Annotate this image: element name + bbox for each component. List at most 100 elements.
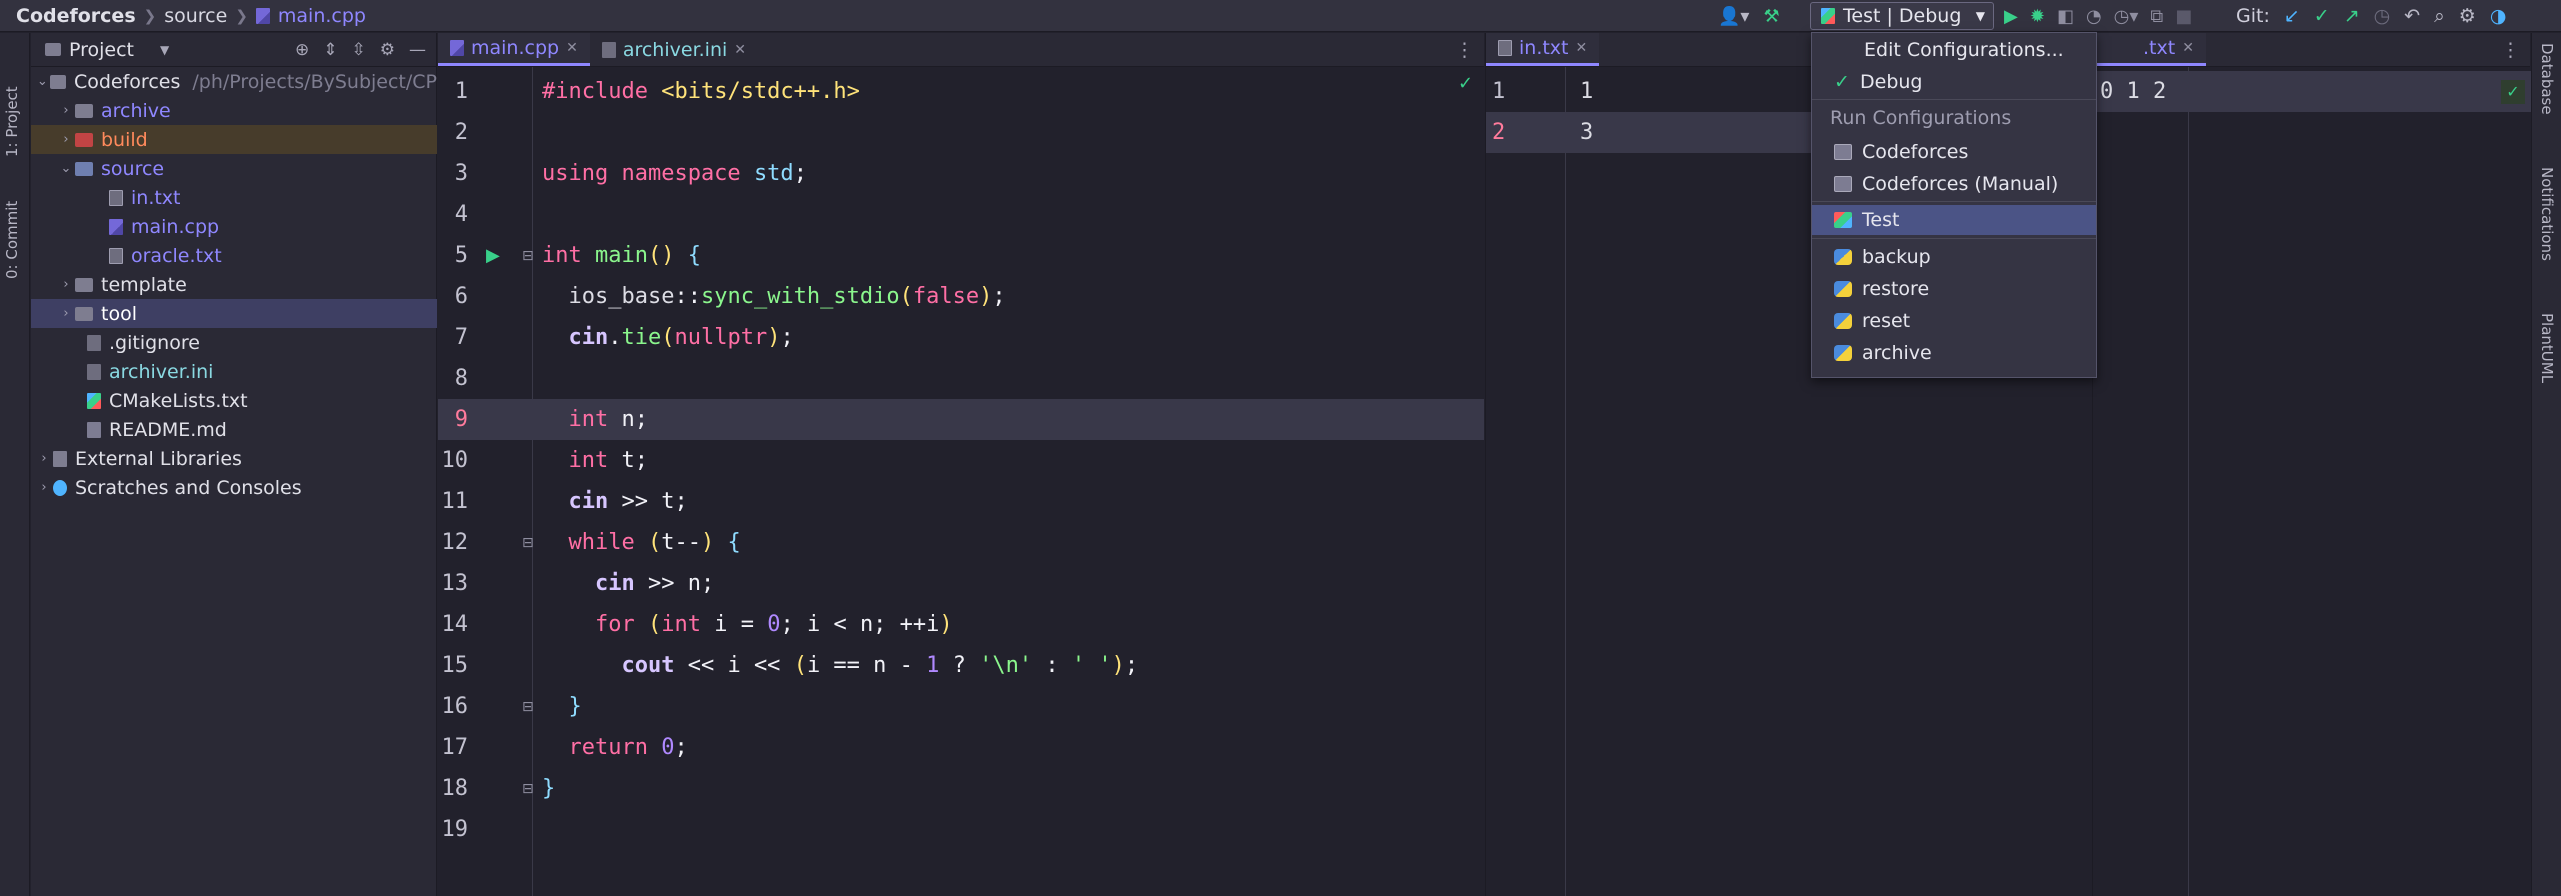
collapse-all-icon[interactable]: ⇳ bbox=[352, 40, 366, 60]
tree-item-codeforces[interactable]: ⌄ Codeforces /ph/Projects/BySubject/CP bbox=[31, 67, 437, 96]
plantuml-tool-tab[interactable]: PlantUML bbox=[2538, 313, 2556, 383]
chevron-down-icon[interactable]: ▼ bbox=[160, 43, 169, 57]
line-number: 1 bbox=[454, 79, 468, 104]
more-run-icon[interactable]: ◷▾ bbox=[2114, 6, 2139, 27]
code-text: for (int i = 0; i < n; ++i) bbox=[594, 612, 953, 637]
build-hammer-icon[interactable]: ⚒ bbox=[1763, 6, 1779, 27]
debug-mode-item[interactable]: ✓ Debug bbox=[1812, 67, 2096, 97]
database-tool-tab[interactable]: Database bbox=[2538, 43, 2556, 115]
breadcrumb-file[interactable]: main.cpp bbox=[278, 5, 366, 27]
debug-icon[interactable]: ✹ bbox=[2030, 6, 2045, 27]
folder-icon bbox=[75, 306, 93, 321]
tree-item-external-libraries[interactable]: › External Libraries bbox=[31, 444, 437, 473]
tab-main-cpp[interactable]: main.cpp ✕ bbox=[438, 33, 590, 66]
more-tabs-icon[interactable]: ⋮ bbox=[2501, 33, 2520, 66]
close-icon[interactable]: ✕ bbox=[1576, 40, 1588, 56]
tab-archiver-ini[interactable]: archiver.ini ✕ bbox=[590, 33, 758, 66]
close-icon[interactable]: ✕ bbox=[2182, 40, 2194, 56]
tree-item-scratches[interactable]: › Scratches and Consoles bbox=[31, 473, 437, 502]
tree-item-readme[interactable]: README.md bbox=[31, 415, 437, 444]
search-icon[interactable]: ⌕ bbox=[2434, 5, 2445, 27]
run-icon[interactable]: ▶ bbox=[2004, 6, 2018, 27]
config-item-test[interactable]: Test bbox=[1812, 205, 2096, 235]
code-line: 2 bbox=[438, 112, 1484, 153]
breadcrumb-project[interactable]: Codeforces bbox=[16, 5, 136, 27]
options-gear-icon[interactable]: ⚙ bbox=[380, 40, 395, 60]
attach-icon[interactable]: ⧉ bbox=[2150, 6, 2163, 27]
tree-item-gitignore[interactable]: .gitignore bbox=[31, 328, 437, 357]
tree-item-archive[interactable]: › archive bbox=[31, 96, 437, 125]
breadcrumb-folder[interactable]: source bbox=[164, 5, 227, 27]
tree-item-template[interactable]: › template bbox=[31, 270, 437, 299]
config-item-backup[interactable]: backup bbox=[1812, 242, 2096, 272]
close-icon[interactable]: ✕ bbox=[734, 42, 746, 58]
fold-icon[interactable]: ⊟ bbox=[522, 699, 534, 715]
coverage-icon[interactable]: ◧ bbox=[2057, 6, 2074, 27]
tree-item-cmakelists[interactable]: CMakeLists.txt bbox=[31, 386, 437, 415]
git-push-icon[interactable]: ↗ bbox=[2344, 5, 2360, 27]
run-configuration-selector[interactable]: Test | Debug ▼ bbox=[1810, 2, 1994, 30]
git-history-icon[interactable]: ◷ bbox=[2374, 5, 2391, 27]
locate-icon[interactable]: ⊕ bbox=[295, 40, 309, 60]
project-tool-tab[interactable]: 1: Project bbox=[3, 47, 21, 157]
more-tabs-icon[interactable]: ⋮ bbox=[1455, 33, 1474, 66]
fold-icon[interactable]: ⊟ bbox=[522, 248, 534, 264]
input-text[interactable]: 3 bbox=[1580, 120, 1593, 145]
profile-icon[interactable]: ◔ bbox=[2086, 6, 2102, 27]
edit-configurations-item[interactable]: Edit Configurations... bbox=[1812, 35, 2096, 65]
code-text: } bbox=[568, 694, 582, 719]
source-folder-icon bbox=[75, 161, 93, 176]
plugin-icon[interactable]: ◑ bbox=[2490, 5, 2507, 27]
commit-tool-tab[interactable]: 0: Commit bbox=[3, 169, 21, 279]
chevron-right-icon[interactable]: › bbox=[57, 103, 75, 118]
code-line: 12 ⊟ while (t--) { bbox=[438, 522, 1484, 563]
notifications-tool-tab[interactable]: Notifications bbox=[2538, 167, 2556, 261]
chevron-right-icon[interactable]: › bbox=[35, 451, 53, 466]
code-line: 5 ▶ ⊟ int main() { bbox=[438, 235, 1484, 276]
config-item-codeforces-manual[interactable]: Codeforces (Manual) bbox=[1812, 169, 2096, 199]
git-commit-icon[interactable]: ✓ bbox=[2314, 5, 2330, 27]
input-text[interactable]: 1 bbox=[1580, 79, 1593, 104]
tab-output-txt[interactable]: .txt ✕ bbox=[2093, 33, 2206, 66]
tree-item-build[interactable]: › build bbox=[31, 125, 437, 154]
close-icon[interactable]: ✕ bbox=[566, 40, 578, 56]
git-rollback-icon[interactable]: ↶ bbox=[2404, 5, 2420, 27]
code-line: 4 bbox=[438, 194, 1484, 235]
tab-in-txt[interactable]: in.txt ✕ bbox=[1486, 33, 1600, 66]
git-update-icon[interactable]: ↙ bbox=[2284, 5, 2300, 27]
tree-item-source[interactable]: ⌄ source bbox=[31, 154, 437, 183]
config-item-codeforces[interactable]: Codeforces bbox=[1812, 137, 2096, 167]
hide-panel-icon[interactable]: — bbox=[409, 40, 426, 60]
menu-item-label: Edit Configurations... bbox=[1864, 39, 2064, 61]
settings-gear-icon[interactable]: ⚙ bbox=[2459, 5, 2476, 27]
code-text: int n; bbox=[568, 407, 649, 432]
chevron-down-icon[interactable]: ⌄ bbox=[35, 74, 51, 89]
run-gutter-icon[interactable]: ▶ bbox=[486, 245, 500, 266]
line-number: 18 bbox=[441, 776, 469, 801]
config-item-archive[interactable]: archive bbox=[1812, 338, 2096, 368]
output-gutter bbox=[2093, 67, 2189, 896]
output-tab-bar: .txt ✕ ⋮ bbox=[2093, 33, 2530, 67]
run-configurations-popup: Edit Configurations... ✓ Debug Run Confi… bbox=[1811, 32, 2097, 378]
project-panel-title[interactable]: Project bbox=[69, 39, 134, 61]
tree-item-label: oracle.txt bbox=[131, 244, 222, 267]
chevron-down-icon[interactable]: ⌄ bbox=[57, 161, 75, 176]
tree-item-tool[interactable]: › tool bbox=[31, 299, 437, 328]
config-item-restore[interactable]: restore bbox=[1812, 274, 2096, 304]
tree-item-main-cpp[interactable]: main.cpp bbox=[31, 212, 437, 241]
config-item-reset[interactable]: reset bbox=[1812, 306, 2096, 336]
fold-icon[interactable]: ⊟ bbox=[522, 781, 534, 797]
chevron-right-icon[interactable]: › bbox=[57, 306, 75, 321]
chevron-right-icon[interactable]: › bbox=[57, 277, 75, 292]
tree-item-oracle-txt[interactable]: oracle.txt bbox=[31, 241, 437, 270]
libraries-icon bbox=[53, 450, 67, 467]
chevron-right-icon[interactable]: › bbox=[35, 480, 53, 495]
fold-icon[interactable]: ⊟ bbox=[522, 535, 534, 551]
tree-item-archiver-ini[interactable]: archiver.ini bbox=[31, 357, 437, 386]
expand-all-icon[interactable]: ⇕ bbox=[323, 40, 337, 60]
chevron-right-icon[interactable]: › bbox=[57, 132, 75, 147]
user-icon[interactable]: 👤▾ bbox=[1718, 6, 1749, 27]
tree-item-in-txt[interactable]: in.txt bbox=[31, 183, 437, 212]
stop-icon[interactable]: ■ bbox=[2175, 6, 2192, 27]
output-text[interactable]: 0 1 2 bbox=[2100, 79, 2166, 104]
